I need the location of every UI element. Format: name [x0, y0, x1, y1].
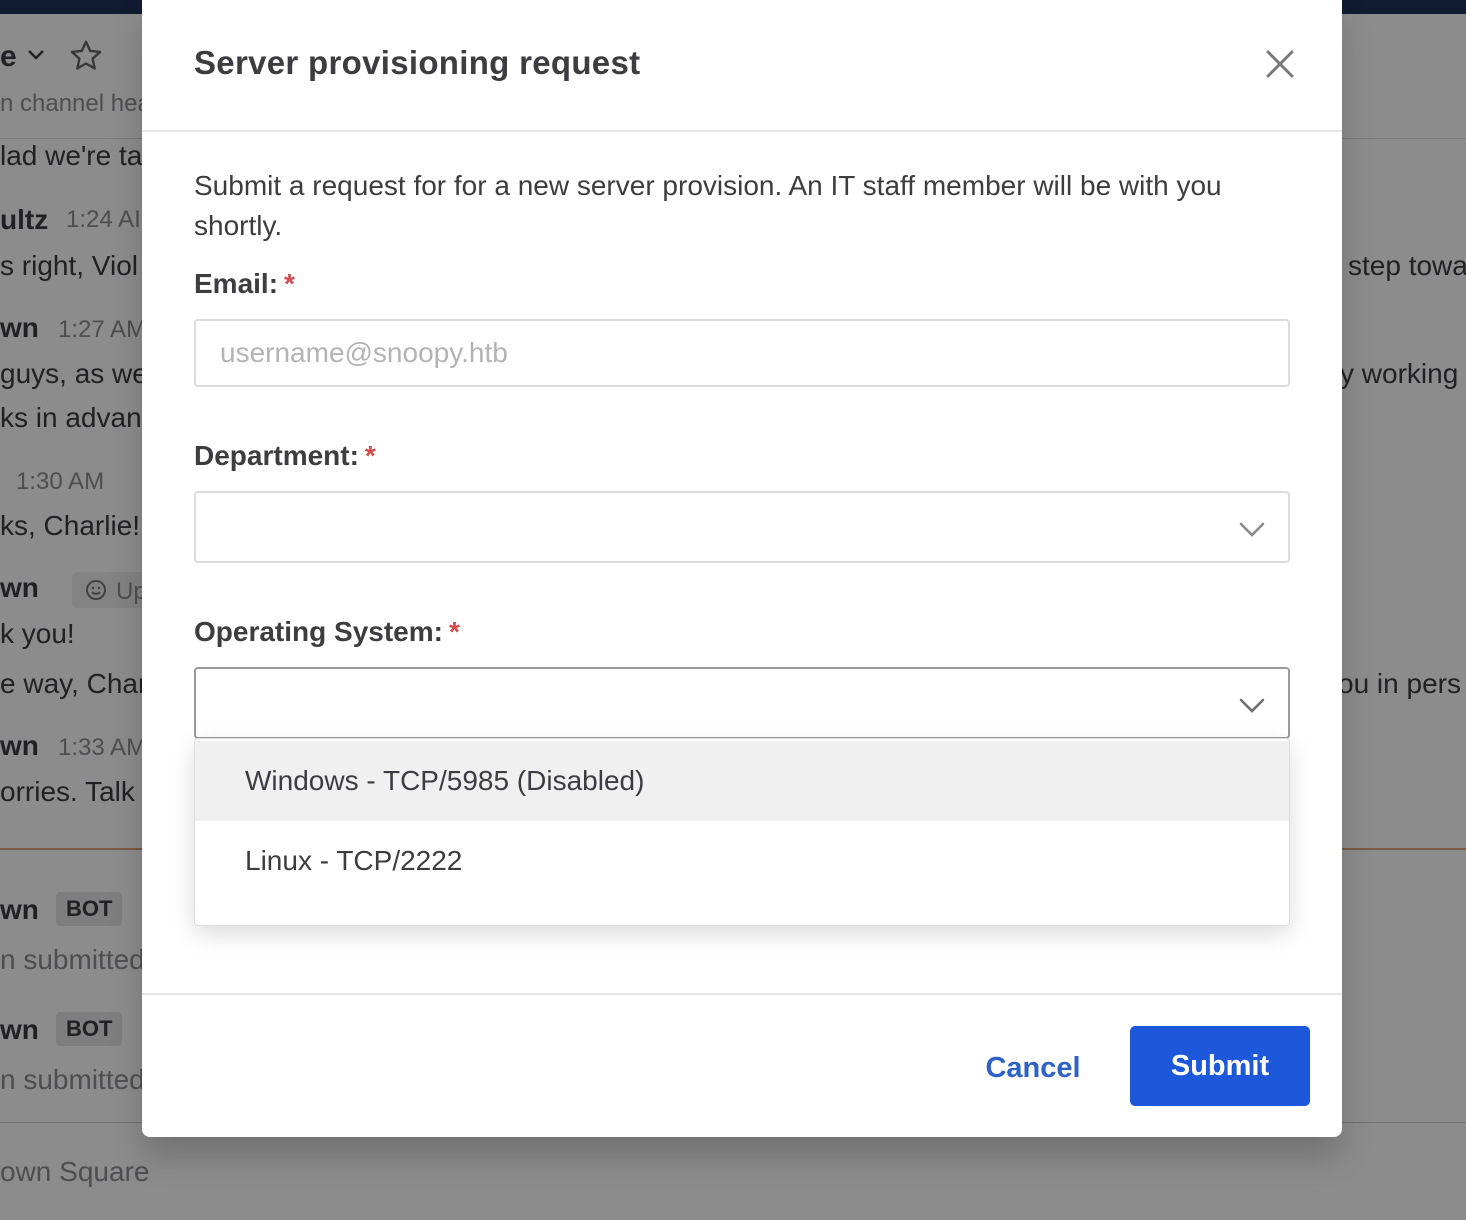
close-icon[interactable]	[1260, 44, 1300, 84]
required-marker: *	[364, 440, 376, 471]
server-provisioning-modal: Server provisioning request Submit a req…	[142, 0, 1342, 1137]
cancel-button[interactable]: Cancel	[968, 1028, 1098, 1108]
department-select[interactable]	[194, 491, 1290, 563]
os-option-linux[interactable]: Linux - TCP/2222	[195, 821, 1289, 901]
email-label-text: Email:	[194, 268, 279, 299]
operating-system-label: Operating System: *	[194, 616, 460, 648]
email-label: Email: *	[194, 268, 295, 300]
operating-system-dropdown: Windows - TCP/5985 (Disabled) Linux - TC…	[194, 738, 1290, 926]
modal-footer: Cancel Submit	[142, 993, 1342, 1137]
modal-introduction: Submit a request for for a new server pr…	[194, 170, 1222, 241]
department-label: Department: *	[194, 440, 376, 472]
modal-header: Server provisioning request	[142, 0, 1342, 132]
modal-title: Server provisioning request	[194, 44, 641, 81]
email-input[interactable]	[194, 319, 1290, 387]
submit-button[interactable]: Submit	[1130, 1026, 1310, 1106]
operating-system-label-text: Operating System:	[194, 616, 443, 647]
chevron-down-icon	[1239, 522, 1265, 537]
required-marker: *	[284, 268, 295, 299]
chevron-down-icon	[1239, 698, 1265, 713]
required-marker: *	[448, 616, 460, 647]
os-option-windows[interactable]: Windows - TCP/5985 (Disabled)	[195, 741, 1289, 821]
operating-system-select[interactable]	[194, 667, 1290, 739]
department-label-text: Department:	[194, 440, 359, 471]
